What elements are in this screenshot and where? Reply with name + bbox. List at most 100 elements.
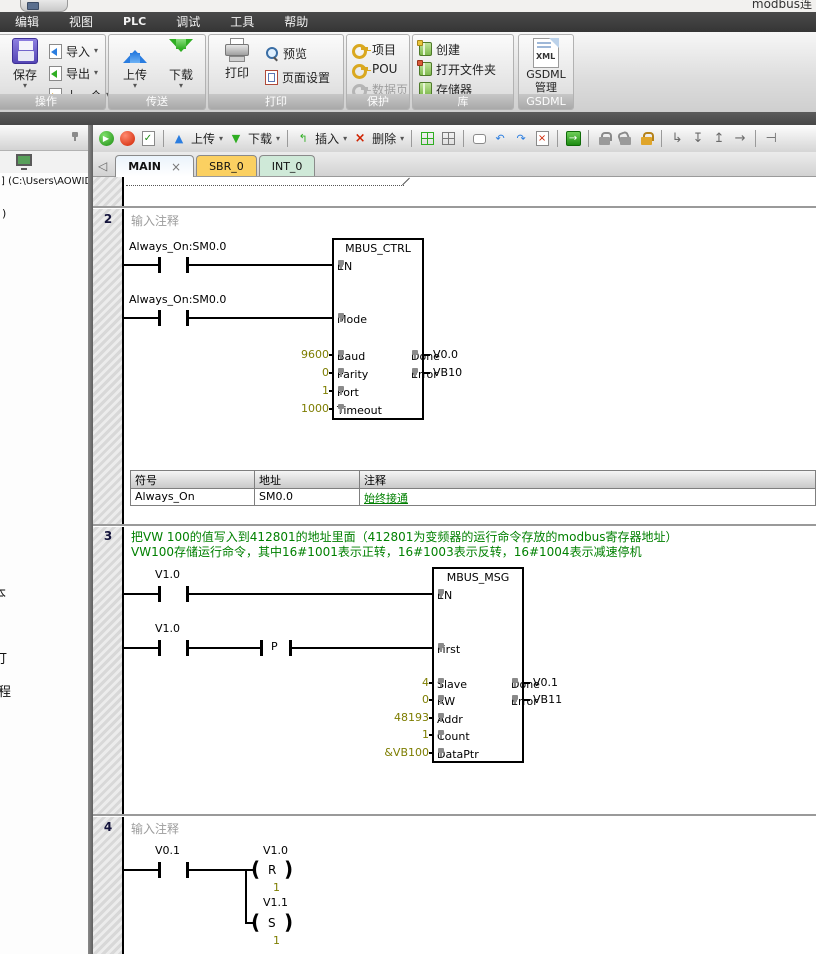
- preview-button[interactable]: 预览: [265, 43, 307, 63]
- line-up-icon[interactable]: ↥: [710, 129, 728, 149]
- edge-contact[interactable]: [260, 640, 263, 656]
- network2-comment[interactable]: 输入注释: [131, 212, 179, 229]
- quick-access-toolbar[interactable]: [20, 0, 68, 12]
- lock-icon[interactable]: [595, 129, 613, 149]
- insert-dropdown[interactable]: ▾: [343, 134, 347, 143]
- delete-icon[interactable]: ×: [351, 129, 369, 149]
- menu-item-plc[interactable]: PLC: [108, 12, 161, 32]
- go-to-icon[interactable]: →: [564, 129, 582, 149]
- insert-icon[interactable]: ↰: [294, 129, 312, 149]
- operand-addr[interactable]: 48193: [394, 711, 429, 724]
- print-button[interactable]: 打印: [213, 38, 261, 81]
- contact-insert-icon[interactable]: ⊣: [762, 129, 780, 149]
- contact-label[interactable]: V1.0: [155, 568, 180, 581]
- protect-project-button[interactable]: 项目: [352, 39, 396, 59]
- network-view-icon[interactable]: [418, 129, 436, 149]
- operand-slave[interactable]: 4: [422, 676, 429, 689]
- network4-comment[interactable]: 输入注释: [131, 820, 179, 837]
- set-coil[interactable]: S: [268, 916, 276, 930]
- coil-label[interactable]: V1.1: [263, 896, 288, 909]
- line-right-icon[interactable]: →: [731, 129, 749, 149]
- undo-icon[interactable]: ↶: [491, 129, 509, 149]
- export-button[interactable]: 导出 ▾: [49, 63, 98, 83]
- menu-item-edit[interactable]: 编辑: [0, 12, 54, 32]
- menu-item-tools[interactable]: 工具: [215, 12, 269, 32]
- operand-error[interactable]: VB11: [533, 693, 562, 706]
- menu-item-help[interactable]: 帮助: [269, 12, 323, 32]
- mbus-ctrl-block[interactable]: MBUS_CTRL EN Mode Baud Parity Port Timeo…: [332, 238, 424, 420]
- operand-dataptr[interactable]: &VB100: [384, 746, 429, 759]
- cell-symbol[interactable]: Always_On: [130, 488, 255, 506]
- ladder-editor[interactable]: 2 输入注释 Always_On:SM0.0 Always_On:SM0.0 M…: [93, 177, 816, 954]
- station-icon[interactable]: [16, 154, 32, 166]
- coil-operand[interactable]: 1: [273, 934, 280, 947]
- cell-comment[interactable]: 始终接通: [360, 488, 816, 506]
- contact-label[interactable]: V0.1: [155, 844, 180, 857]
- library-create-button[interactable]: 创建: [419, 39, 460, 59]
- download-small-icon[interactable]: ▼: [227, 129, 245, 149]
- clear-box-icon[interactable]: ×: [533, 129, 551, 149]
- contact[interactable]: [158, 862, 161, 878]
- protect-pou-button[interactable]: POU: [352, 59, 397, 79]
- contact[interactable]: [158, 257, 161, 273]
- upload-small-icon[interactable]: ▲: [170, 129, 188, 149]
- export-icon: [49, 66, 62, 81]
- gsdml-manage-button[interactable]: XML GSDML 管理: [523, 38, 569, 95]
- run-button[interactable]: ▶: [97, 129, 115, 149]
- coil-label[interactable]: V1.0: [263, 844, 288, 857]
- network3-comment-line2[interactable]: VW100存储运行命令，其中16#1001表示正转，16#1003表示反转，16…: [131, 543, 642, 560]
- tab-sbr-0[interactable]: SBR_0: [196, 155, 257, 176]
- insert-button[interactable]: 插入: [315, 130, 339, 147]
- library-open-folder-button[interactable]: 打开文件夹: [419, 59, 496, 79]
- upload-button[interactable]: 上传 ▾: [111, 38, 159, 89]
- upload-dropdown[interactable]: ▾: [219, 134, 223, 143]
- save-button[interactable]: 保存 ▾: [1, 38, 49, 89]
- unlock-icon[interactable]: [616, 129, 634, 149]
- download-button[interactable]: 下载 ▾: [157, 38, 205, 89]
- operand-parity[interactable]: 0: [322, 366, 329, 379]
- contact[interactable]: [158, 586, 161, 602]
- wire: [429, 682, 433, 684]
- compile-button[interactable]: ✓: [139, 129, 157, 149]
- tab-main[interactable]: MAIN ×: [115, 155, 194, 177]
- operand-baud[interactable]: 9600: [301, 348, 329, 361]
- delete-dropdown[interactable]: ▾: [400, 134, 404, 143]
- contact[interactable]: [158, 310, 161, 326]
- line-down-icon[interactable]: ↧: [689, 129, 707, 149]
- import-button[interactable]: 导入 ▾: [49, 41, 98, 61]
- pin-done: Done: [411, 350, 419, 358]
- operand-done[interactable]: V0.0: [433, 348, 458, 361]
- pin-icon[interactable]: [71, 132, 79, 140]
- stop-button[interactable]: [118, 129, 136, 149]
- operand-timeout[interactable]: 1000: [301, 402, 329, 415]
- operand-port[interactable]: 1: [322, 384, 329, 397]
- tab-close-icon[interactable]: ×: [171, 160, 181, 174]
- contact-label[interactable]: Always_On:SM0.0: [129, 240, 226, 253]
- operand-rw[interactable]: 0: [422, 693, 429, 706]
- tab-scroll-left-icon[interactable]: ◁: [98, 159, 107, 173]
- operand-error[interactable]: VB10: [433, 366, 462, 379]
- download-dropdown[interactable]: ▾: [276, 134, 280, 143]
- operand-count[interactable]: 1: [422, 728, 429, 741]
- toolbar-separator: [557, 130, 558, 147]
- lock-add-icon[interactable]: [637, 129, 655, 149]
- network-view-alt-icon[interactable]: [439, 129, 457, 149]
- mbus-msg-block[interactable]: MBUS_MSG EN First Slave RW Addr Count Da…: [432, 567, 524, 763]
- contact-label[interactable]: Always_On:SM0.0: [129, 293, 226, 306]
- operand-done[interactable]: V0.1: [533, 676, 558, 689]
- contact-label[interactable]: V1.0: [155, 622, 180, 635]
- delete-button[interactable]: 删除: [372, 130, 396, 147]
- tab-int-0[interactable]: INT_0: [259, 155, 316, 176]
- coil-operand[interactable]: 1: [273, 881, 280, 894]
- page-setup-button[interactable]: 页面设置: [265, 67, 330, 87]
- contact[interactable]: [158, 640, 161, 656]
- box-icon[interactable]: [470, 129, 488, 149]
- reset-coil[interactable]: R: [268, 863, 276, 877]
- branch-down-icon[interactable]: ↳: [668, 129, 686, 149]
- menu-item-view[interactable]: 视图: [54, 12, 108, 32]
- redo-icon[interactable]: ↷: [512, 129, 530, 149]
- menu-item-debug[interactable]: 调试: [161, 12, 215, 32]
- cell-address[interactable]: SM0.0: [255, 488, 360, 506]
- download-small-button[interactable]: 下载: [248, 130, 272, 147]
- upload-small-button[interactable]: 上传: [191, 130, 215, 147]
